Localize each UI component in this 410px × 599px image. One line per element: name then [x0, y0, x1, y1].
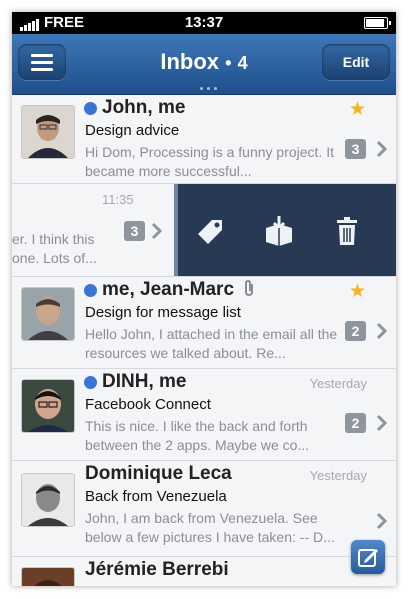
message-subject: Design advice — [85, 122, 180, 139]
avatar — [21, 567, 75, 586]
sender-name: DINH, me — [102, 371, 187, 392]
avatar — [21, 379, 75, 433]
status-bar: FREE 13:37 — [12, 12, 396, 34]
compose-button[interactable] — [351, 540, 385, 574]
clock: 13:37 — [184, 14, 224, 31]
avatar — [21, 105, 75, 159]
message-row[interactable]: me, Jean-Marc Design for message list He… — [12, 277, 396, 369]
trash-icon[interactable] — [330, 214, 364, 248]
chevron-right-icon — [151, 222, 163, 240]
message-date: Yesterday — [309, 376, 367, 391]
compose-icon — [358, 549, 378, 567]
sender-name-text: me, Jean-Marc — [102, 279, 235, 300]
thread-count-badge: 3 — [345, 139, 366, 159]
message-row[interactable]: Dominique Leca Yesterday Back from Venez… — [12, 461, 396, 557]
message-subject: Facebook Connect — [85, 396, 211, 413]
message-preview: This is nice. I like the back and forth … — [85, 418, 310, 453]
thread-count-badge: 2 — [345, 413, 366, 433]
battery-icon — [364, 17, 391, 29]
avatar — [21, 287, 75, 341]
message-preview: Hello John, I attached in the email all … — [85, 326, 338, 361]
chevron-right-icon — [376, 140, 388, 158]
edit-button[interactable]: Edit — [322, 44, 390, 80]
sender-name: me, Jean-Marc — [102, 279, 256, 301]
unread-indicator — [84, 376, 97, 389]
message-subject: Design for message list — [85, 304, 241, 321]
message-subject: Back from Venezuela — [85, 488, 227, 505]
chevron-right-icon — [376, 512, 388, 530]
archive-box-icon[interactable] — [262, 214, 296, 248]
unread-indicator — [84, 284, 97, 297]
thread-count-badge: 2 — [345, 321, 366, 341]
message-preview: Hi Dom, Processing is a funny project. I… — [85, 144, 334, 179]
unread-count: 4 — [237, 53, 248, 73]
message-preview: John, I am back from Venezuela. See belo… — [85, 510, 335, 545]
tag-icon[interactable] — [194, 214, 228, 248]
star-icon[interactable]: ★ — [349, 280, 366, 303]
sender-name: Dominique Leca — [85, 463, 232, 484]
message-row[interactable]: DINH, me Yesterday Facebook Connect This… — [12, 369, 396, 461]
avatar — [21, 473, 75, 527]
message-row[interactable]: John, me Design advice Hi Dom, Processin… — [12, 95, 396, 184]
chevron-right-icon — [376, 414, 388, 432]
phone-screen: FREE 13:37 Inbox • 4 Edit John, me Desig… — [12, 12, 396, 586]
message-row-swiped[interactable]: 11:35 er. I think this one. Lots of... 3 — [12, 184, 396, 277]
page-indicator — [200, 87, 217, 90]
message-preview: er. I think this one. Lots of... — [12, 231, 97, 266]
navigation-bar: Inbox • 4 Edit — [12, 34, 396, 95]
message-time: 11:35 — [102, 192, 134, 207]
swipe-actions-panel — [174, 184, 396, 276]
message-content-swiped: 11:35 er. I think this one. Lots of... 3 — [12, 184, 177, 276]
paperclip-icon — [245, 280, 254, 296]
unread-indicator — [84, 102, 97, 115]
chevron-right-icon — [376, 322, 388, 340]
thread-count-badge: 3 — [124, 221, 145, 241]
count-separator: • — [225, 53, 232, 73]
inbox-title: Inbox — [160, 49, 220, 74]
message-date: Yesterday — [309, 468, 367, 483]
star-icon[interactable]: ★ — [349, 98, 366, 121]
sender-name: Jérémie Berrebi — [85, 559, 229, 580]
message-row[interactable]: Jérémie Berrebi — [12, 557, 396, 586]
sender-name: John, me — [102, 97, 186, 118]
